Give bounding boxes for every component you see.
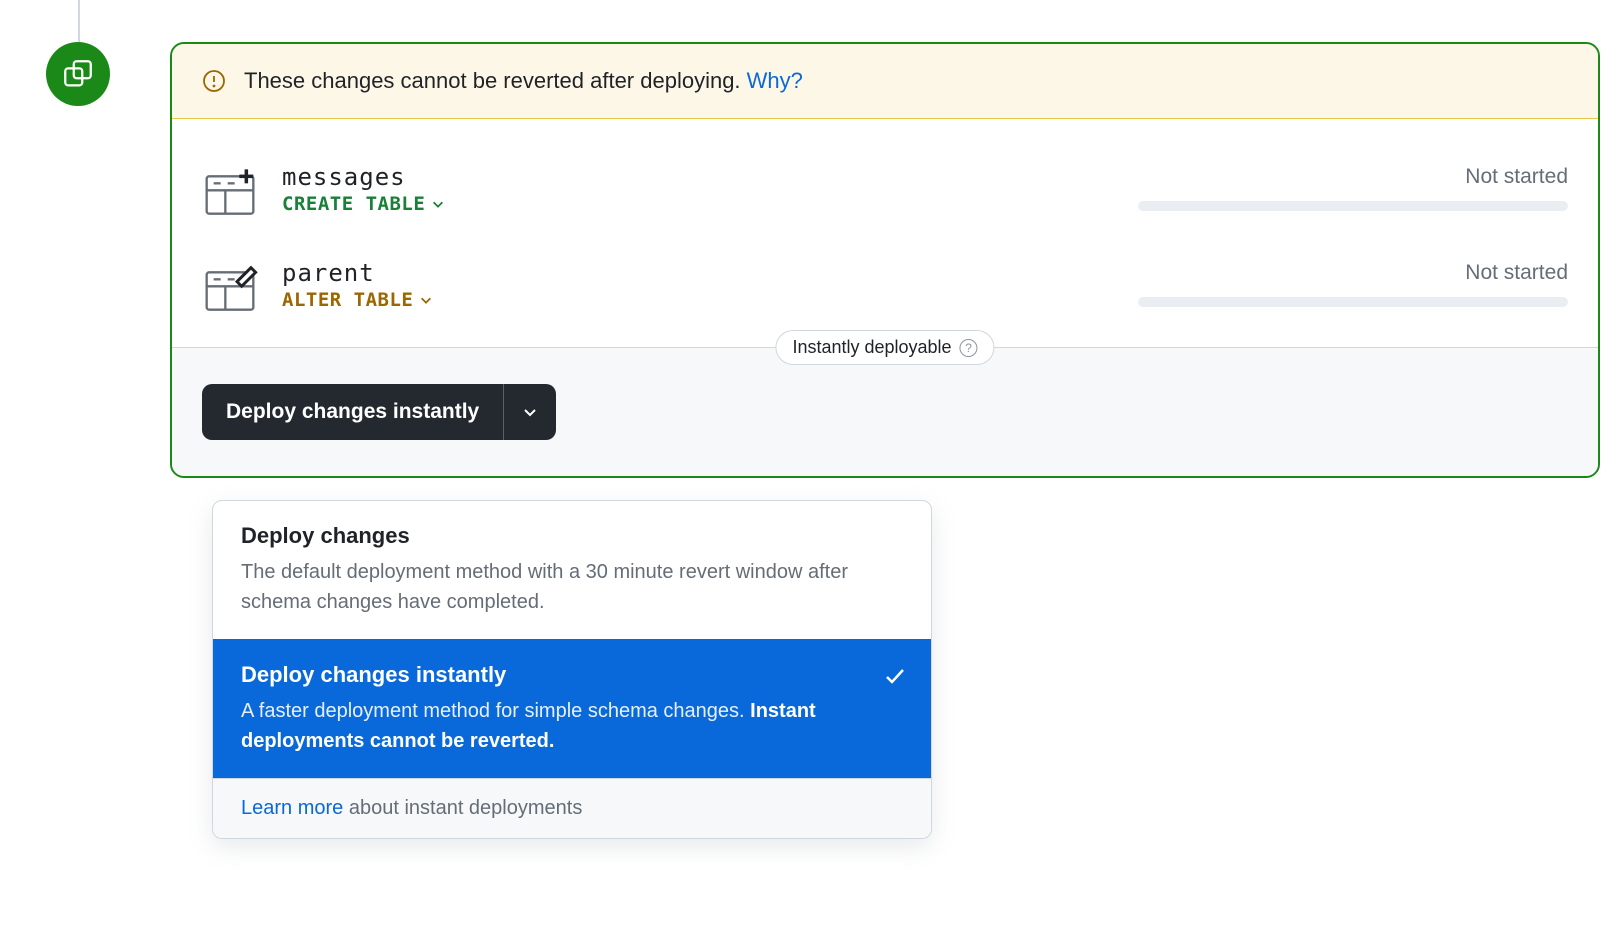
chevron-down-icon <box>419 293 433 307</box>
change-action-label: CREATE TABLE <box>282 193 425 215</box>
change-row: messages CREATE TABLE Not started <box>202 145 1568 241</box>
option-title: Deploy changes instantly <box>241 662 903 688</box>
chevron-down-icon <box>522 404 538 420</box>
change-main: parent ALTER TABLE <box>282 259 1114 311</box>
change-status-col: Not started <box>1138 163 1568 211</box>
table-name: parent <box>282 259 1114 287</box>
warning-why-link[interactable]: Why? <box>747 68 803 93</box>
deploy-options-toggle[interactable] <box>503 384 556 440</box>
option-desc: The default deployment method with a 30 … <box>241 557 903 617</box>
step-avatar <box>46 42 110 106</box>
deploy-button[interactable]: Deploy changes instantly <box>202 384 503 440</box>
learn-more-suffix: about instant deployments <box>343 797 582 819</box>
pill-label: Instantly deployable <box>792 337 951 358</box>
deployable-pill: Instantly deployable ? <box>775 330 994 365</box>
dropdown-footer: Learn more about instant deployments <box>213 778 931 838</box>
status-text: Not started <box>1465 165 1568 189</box>
progress-bar <box>1138 297 1568 307</box>
change-row: parent ALTER TABLE Not started <box>202 241 1568 337</box>
panel-footer: Instantly deployable ? Deploy changes in… <box>172 347 1598 476</box>
change-action-toggle[interactable]: CREATE TABLE <box>282 193 445 215</box>
create-table-icon <box>202 163 258 223</box>
change-list: messages CREATE TABLE Not started <box>172 119 1598 347</box>
deploy-split-button: Deploy changes instantly <box>202 384 556 440</box>
schema-icon <box>61 57 95 91</box>
alert-icon <box>202 69 226 93</box>
progress-bar <box>1138 201 1568 211</box>
warning-text-wrap: These changes cannot be reverted after d… <box>244 68 803 94</box>
change-action-toggle[interactable]: ALTER TABLE <box>282 289 433 311</box>
option-desc: A faster deployment method for simple sc… <box>241 696 903 756</box>
alter-table-icon <box>202 259 258 319</box>
chevron-down-icon <box>431 197 445 211</box>
change-main: messages CREATE TABLE <box>282 163 1114 215</box>
check-icon <box>883 664 907 688</box>
status-text: Not started <box>1465 261 1568 285</box>
change-action-label: ALTER TABLE <box>282 289 413 311</box>
learn-more-link[interactable]: Learn more <box>241 797 343 819</box>
deploy-options-dropdown: Deploy changes The default deployment me… <box>212 500 932 839</box>
option-deploy-changes[interactable]: Deploy changes The default deployment me… <box>213 501 931 639</box>
warning-banner: These changes cannot be reverted after d… <box>172 44 1598 119</box>
warning-text: These changes cannot be reverted after d… <box>244 68 747 93</box>
change-status-col: Not started <box>1138 259 1568 307</box>
deploy-panel: These changes cannot be reverted after d… <box>170 42 1600 478</box>
option-title: Deploy changes <box>241 523 903 549</box>
timeline-connector <box>78 0 80 42</box>
help-icon[interactable]: ? <box>960 339 978 357</box>
table-name: messages <box>282 163 1114 191</box>
option-desc-prefix: A faster deployment method for simple sc… <box>241 700 750 722</box>
option-deploy-instantly[interactable]: Deploy changes instantly A faster deploy… <box>213 639 931 778</box>
